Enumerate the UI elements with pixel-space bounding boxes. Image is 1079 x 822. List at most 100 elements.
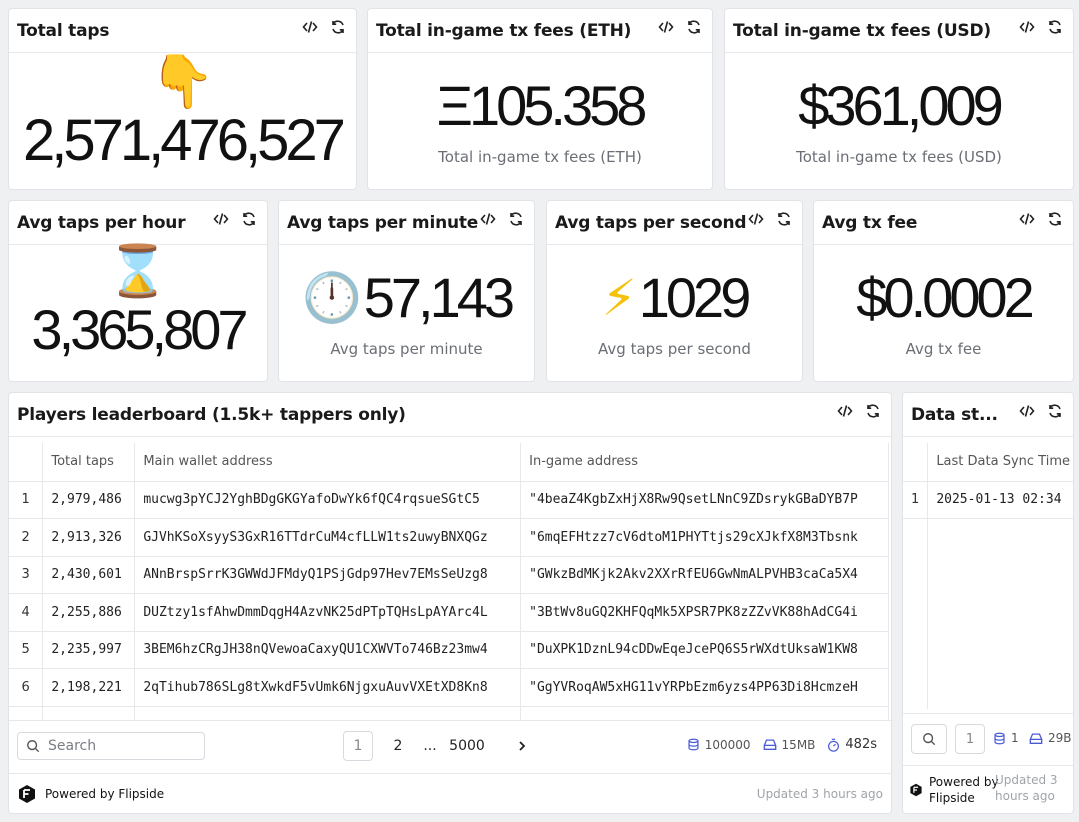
powered-by-text: Powered by Flipside	[929, 774, 999, 806]
refresh-icon[interactable]	[776, 211, 792, 227]
size-stat: 29B	[1029, 731, 1072, 745]
card-title: Avg taps per minute	[287, 212, 479, 233]
lightning-emoji-icon: ⚡	[601, 268, 637, 327]
refresh-icon[interactable]	[1047, 19, 1063, 35]
card-fees-eth: Total in-game tx fees (ETH) Ξ105.358 Tot…	[367, 8, 713, 190]
column-header-last-sync[interactable]: Last Data Sync Time (	[927, 443, 1073, 482]
table-row-partial	[9, 706, 889, 720]
time-stat: 482s	[827, 737, 877, 752]
refresh-icon[interactable]	[1047, 211, 1063, 227]
card-avg-taps-minute: Avg taps per minute 🕛 57,143 Avg taps pe…	[278, 200, 535, 382]
metric-row: ⚡ 1029	[601, 268, 752, 327]
code-icon[interactable]	[1019, 211, 1035, 227]
metric-row: 🕛 57,143	[302, 269, 515, 326]
metric-body: Ξ105.358 Total in-game tx fees (ETH)	[368, 54, 712, 189]
cell-wallet: GJVhKSoXsyyS3GxR16TTdrCuM4cfLLW1ts2uwyBN…	[134, 518, 522, 557]
cell-empty	[134, 706, 522, 720]
card-header: Avg taps per minute	[279, 201, 534, 245]
table-row[interactable]: 1 2,979,486 mucwg3pYCJ2YghBDgGKGYafoDwYk…	[9, 481, 889, 519]
row-index: 4	[9, 593, 44, 632]
card-header: Total in-game tx fees (USD)	[725, 9, 1073, 53]
code-icon[interactable]	[213, 211, 229, 227]
table-footer: 1 1 29B	[903, 713, 1073, 765]
metric-body: 👇 2,571,476,527	[9, 54, 356, 189]
cell-in-game-address: "DuXPK1DznL94cDDwEqeJcePQ6S5rWXdtUksaW1K…	[520, 631, 889, 669]
card-players-leaderboard: Players leaderboard (1.5k+ tappers only)…	[8, 392, 892, 814]
table-row[interactable]: 1 2025-01-13 02:34	[903, 481, 1073, 519]
column-header-index	[9, 443, 44, 482]
table-row[interactable]: 6 2,198,221 2qTihub786SLg8tXwkdF5vUmk6Nj…	[9, 668, 889, 707]
metric-subtitle: Avg tx fee	[905, 339, 982, 358]
row-index: 3	[9, 556, 44, 594]
code-icon[interactable]	[748, 211, 764, 227]
powered-by-text: Powered by Flipside	[45, 786, 165, 801]
code-icon[interactable]	[658, 19, 674, 35]
table-row[interactable]: 2 2,913,326 GJVhKSoXsyyS3GxR16TTdrCuM4cf…	[9, 518, 889, 557]
column-header-main-wallet[interactable]: Main wallet address	[134, 443, 522, 482]
column-header-total-taps[interactable]: Total taps	[42, 443, 136, 482]
card-actions	[1019, 19, 1063, 35]
refresh-icon[interactable]	[1047, 403, 1063, 419]
cell-total-taps: 2,198,221	[42, 668, 136, 707]
card-header: Avg taps per second	[547, 201, 802, 245]
storage-icon	[1029, 732, 1043, 744]
metric-value: 3,365,807	[31, 298, 248, 361]
page-button-1[interactable]: 1	[955, 724, 985, 754]
pointing-down-emoji-icon: 👇	[150, 52, 215, 112]
refresh-icon[interactable]	[865, 403, 881, 419]
row-index: 5	[9, 631, 44, 669]
metric-body: ⌛ 3,365,807	[9, 246, 267, 381]
metric-value: $361,009	[798, 73, 1004, 137]
table-footer: 1 2 ... 5000 100000 15MB 482s	[9, 720, 891, 770]
cell-empty	[928, 519, 1073, 709]
search-input[interactable]	[48, 738, 188, 754]
page-button-2[interactable]: 2	[383, 731, 413, 761]
cell-total-taps: 2,430,601	[42, 556, 136, 594]
search-button[interactable]	[911, 724, 947, 754]
flipside-logo-icon	[910, 783, 922, 796]
code-icon[interactable]	[480, 211, 496, 227]
card-title: Avg taps per second	[555, 212, 747, 233]
cell-total-taps: 2,255,886	[42, 593, 136, 632]
table-row[interactable]: 3 2,430,601 ANnBrspSrrK3GWWdJFMdyQ1PSjGd…	[9, 556, 889, 594]
refresh-icon[interactable]	[508, 211, 524, 227]
table-row[interactable]: 5 2,235,997 3BEM6hzCRgJH38nQVewoaCaxyQU1…	[9, 631, 889, 669]
card-header: Data st...	[903, 393, 1073, 437]
cell-empty	[903, 518, 929, 709]
data-size: 29B	[1048, 731, 1072, 745]
table-row[interactable]: 4 2,255,886 DUZtzy1sfAhwDmmDqgH4AzvNK25d…	[9, 593, 889, 632]
refresh-icon[interactable]	[686, 19, 702, 35]
card-title: Data st...	[911, 404, 998, 425]
card-avg-taps-hour: Avg taps per hour ⌛ 3,365,807	[8, 200, 268, 382]
hourglass-emoji-icon: ⌛	[106, 242, 170, 300]
refresh-icon[interactable]	[241, 211, 257, 227]
code-icon[interactable]	[1019, 19, 1035, 35]
cell-wallet: mucwg3pYCJ2YghBDgGKGYafoDwYk6fQC4rqsueSG…	[134, 481, 522, 519]
pagination: 1 2 ... 5000	[343, 731, 537, 761]
card-title: Avg tx fee	[822, 212, 918, 233]
page-button-1[interactable]: 1	[343, 731, 373, 761]
metric-body: ⚡ 1029 Avg taps per second	[547, 246, 802, 381]
next-page-button[interactable]	[507, 731, 537, 761]
powered-by-footer[interactable]: Powered by Flipside Updated 3 hours ago	[903, 765, 1073, 813]
storage-icon	[763, 739, 776, 750]
row-index: 2	[9, 518, 44, 557]
code-icon[interactable]	[302, 19, 318, 35]
row-count: 100000	[704, 737, 751, 752]
table-filler-row	[903, 518, 1073, 709]
code-icon[interactable]	[1019, 403, 1035, 419]
table-header-row: Total taps Main wallet address In-game a…	[9, 443, 889, 482]
column-header-in-game-address[interactable]: In-game address	[520, 443, 889, 482]
search-box[interactable]	[17, 732, 205, 760]
powered-by-line1: Powered by	[929, 774, 999, 789]
refresh-icon[interactable]	[330, 19, 346, 35]
card-avg-tx-fee: Avg tx fee $0.0002 Avg tx fee	[813, 200, 1074, 382]
powered-by-footer[interactable]: Powered by Flipside Updated 3 hours ago	[9, 773, 891, 813]
card-header: Avg tx fee	[814, 201, 1073, 245]
card-title: Total taps	[17, 20, 110, 41]
metric-value: Ξ105.358	[436, 73, 648, 137]
size-stat: 15MB	[763, 738, 815, 752]
code-icon[interactable]	[837, 403, 853, 419]
page-button-last[interactable]: 5000	[447, 731, 487, 761]
metric-subtitle: Total in-game tx fees (USD)	[796, 147, 1002, 166]
